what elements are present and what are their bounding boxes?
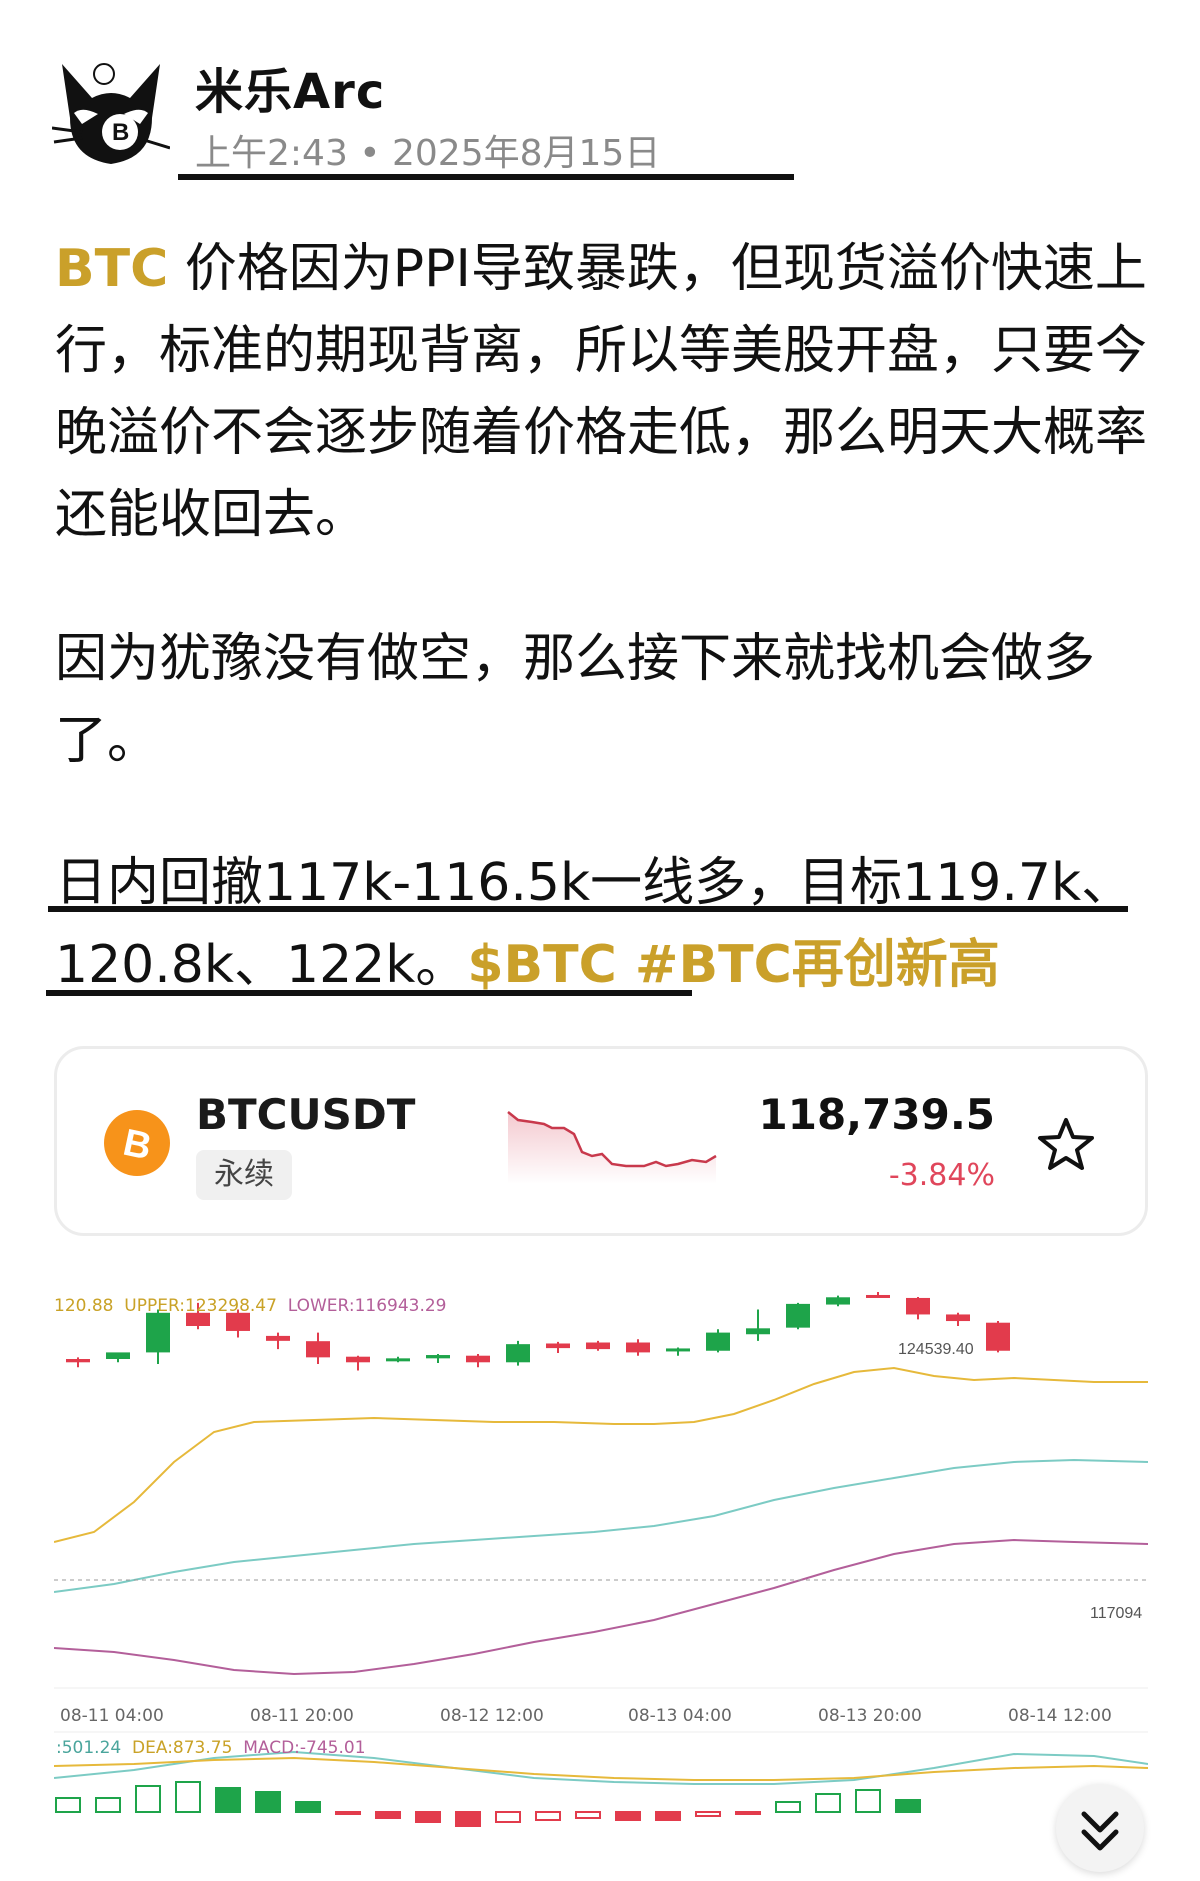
candle-body: [746, 1328, 770, 1335]
macd-histogram-bar: [135, 1785, 161, 1813]
candle-body: [586, 1342, 610, 1350]
kline-chart[interactable]: 124539.40 117094: [54, 1292, 1148, 1881]
macd-dif-value: :501.24: [56, 1738, 122, 1758]
macd-dea-value: DEA:873.75: [132, 1738, 233, 1758]
macd-histogram-bar: [55, 1797, 81, 1813]
x-axis-label: 08-12 12:00: [440, 1706, 544, 1726]
macd-value: MACD:-745.01: [243, 1738, 366, 1758]
candle-body: [426, 1355, 450, 1359]
candle-body: [466, 1355, 490, 1363]
candle-body: [546, 1343, 570, 1349]
macd-histogram-bar: [495, 1811, 521, 1823]
contract-type-badge: 永续: [196, 1150, 292, 1200]
macd-histogram-bar: [895, 1799, 921, 1813]
candlestick-chart-svg: 124539.40 117094: [54, 1292, 1148, 1827]
boll-lower-value: LOWER:116943.29: [287, 1296, 447, 1316]
scroll-down-button[interactable]: [1056, 1784, 1144, 1872]
boll-upper-value: UPPER:123298.47: [124, 1296, 277, 1316]
author-name[interactable]: 米乐Arc: [195, 52, 385, 122]
macd-histogram-bar: [535, 1811, 561, 1821]
macd-histogram-bar: [655, 1811, 681, 1821]
svg-text:B: B: [120, 1122, 156, 1169]
macd-histogram-bar: [95, 1797, 121, 1813]
hashtag-links[interactable]: $BTC #BTC再创新高: [467, 935, 999, 995]
btc-tag-link[interactable]: BTC: [55, 239, 168, 299]
post-paragraph-1: BTC 价格因为PPI导致暴跌，但现货溢价快速上行，标准的期现背离，所以等美股开…: [55, 228, 1165, 556]
candle-body: [946, 1314, 970, 1322]
ticker-symbol: BTCUSDT: [196, 1090, 416, 1139]
macd-histogram-bar: [695, 1811, 721, 1817]
underline-mark: [48, 906, 1128, 912]
paragraph-1-body: 价格因为PPI导致暴跌，但现货溢价快速上行，标准的期现背离，所以等美股开盘，只要…: [55, 239, 1148, 545]
candle-body: [346, 1356, 370, 1363]
boll-legend: 120.88 UPPER:123298.47 LOWER:116943.29: [54, 1296, 447, 1316]
candle-body: [306, 1341, 330, 1358]
candle-body: [866, 1294, 890, 1298]
x-axis-label: 08-11 04:00: [60, 1706, 164, 1726]
candle-body: [906, 1297, 930, 1315]
x-axis-label: 08-13 04:00: [628, 1706, 732, 1726]
macd-histogram-bar: [815, 1793, 841, 1813]
macd-histogram-bar: [615, 1811, 641, 1821]
separator-dot: •: [359, 133, 392, 174]
candle-body: [666, 1348, 690, 1352]
boll-lower-line: [54, 1538, 1148, 1676]
macd-histogram-bar: [415, 1811, 441, 1823]
ticker-price: 118,739.5: [758, 1090, 995, 1139]
ticker-change-percent: -3.84%: [888, 1158, 995, 1193]
post-paragraph-3: 日内回撤117k-116.5k一线多，目标119.7k、120.8k、122k。…: [55, 842, 1165, 1006]
high-price-label: 124539.40: [898, 1341, 974, 1358]
post-paragraph-2: 因为犹豫没有做空，那么接下来就找机会做多了。: [55, 629, 1096, 771]
candle-body: [506, 1344, 530, 1363]
post-timestamp: 上午2:43 • 2025年8月15日: [195, 124, 660, 176]
x-axis-label: 08-13 20:00: [818, 1706, 922, 1726]
boll-mid-line: [54, 1458, 1148, 1593]
candle-body: [826, 1297, 850, 1305]
candle-body: [986, 1322, 1010, 1351]
candle-body: [146, 1312, 170, 1353]
x-axis-label: 08-14 12:00: [1008, 1706, 1112, 1726]
favorite-star-icon[interactable]: [1036, 1116, 1096, 1172]
macd-legend: :501.24 DEA:873.75 MACD:-745.01: [56, 1738, 366, 1758]
macd-histogram-bar: [775, 1801, 801, 1813]
macd-histogram-bar: [335, 1811, 361, 1815]
price-sparkline: [507, 1111, 717, 1184]
candle-body: [706, 1332, 730, 1351]
candle-body: [786, 1303, 810, 1328]
candle-body: [266, 1335, 290, 1341]
header-underline: [178, 174, 794, 180]
macd-histogram-bar: [295, 1801, 321, 1813]
svg-text:B: B: [112, 119, 129, 146]
boll-mid-value: 120.88: [54, 1296, 114, 1316]
last-price-axis-label: 117094: [1090, 1605, 1142, 1622]
macd-dea-line: [54, 1756, 1148, 1781]
macd-histogram-bar: [215, 1787, 241, 1813]
post-date: 2025年8月15日: [391, 133, 661, 174]
macd-histogram-bar: [455, 1811, 481, 1827]
candle-body: [106, 1352, 130, 1359]
macd-histogram-bar: [855, 1789, 881, 1813]
candle-body: [386, 1358, 410, 1362]
double-chevron-down-icon: [1081, 1811, 1119, 1851]
bitcoin-logo-icon: B: [104, 1110, 170, 1176]
macd-histogram-bar: [735, 1811, 761, 1815]
x-axis-label: 08-11 20:00: [250, 1706, 354, 1726]
macd-histogram-bar: [175, 1781, 201, 1813]
candle-body: [66, 1359, 90, 1363]
macd-histogram-bar: [255, 1791, 281, 1813]
candle-body: [626, 1342, 650, 1353]
boll-upper-line: [54, 1366, 1148, 1543]
underline-mark: [46, 990, 692, 996]
macd-histogram-bar: [375, 1811, 401, 1819]
macd-histogram-bar: [575, 1811, 601, 1819]
avatar[interactable]: B: [51, 58, 171, 170]
post-time: 上午2:43: [195, 133, 348, 174]
